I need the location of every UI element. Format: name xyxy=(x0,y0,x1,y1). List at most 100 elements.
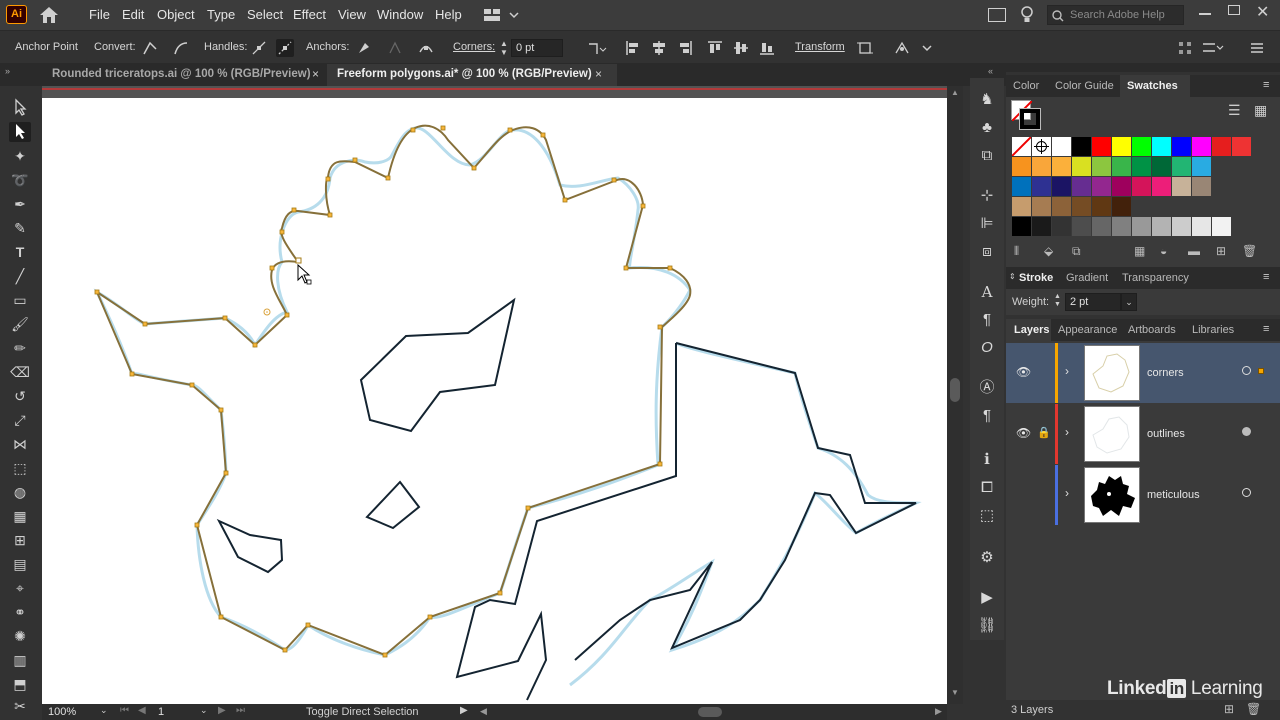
swatch[interactable] xyxy=(1112,217,1131,236)
expand-chevron-icon[interactable]: › xyxy=(1065,364,1069,378)
puppet-warp-icon[interactable] xyxy=(893,39,911,57)
swatch[interactable] xyxy=(1132,217,1151,236)
menu-help[interactable]: Help xyxy=(435,7,462,22)
new-sublayer-icon[interactable]: ⊞ xyxy=(1224,702,1234,716)
menu-file[interactable]: File xyxy=(89,7,110,22)
width-tool-icon[interactable]: ⋈ xyxy=(9,434,31,454)
scroll-left-icon[interactable]: ◀ xyxy=(480,706,487,717)
target-circle-icon[interactable] xyxy=(1242,366,1251,375)
convert-to-smooth-icon[interactable] xyxy=(172,39,190,57)
club-icon[interactable]: ♣ xyxy=(977,118,997,138)
minimize-button[interactable] xyxy=(1199,13,1211,15)
swatch[interactable] xyxy=(1052,217,1071,236)
perspective-grid-icon[interactable]: ▦ xyxy=(9,506,31,526)
swatch[interactable] xyxy=(1112,177,1131,196)
menu-effect[interactable]: Effect xyxy=(293,7,326,22)
tab-stroke[interactable]: Stroke xyxy=(1019,272,1053,284)
swatch[interactable] xyxy=(1132,157,1151,176)
connect-anchors-icon[interactable] xyxy=(386,39,404,57)
status-menu-icon[interactable]: ▶ xyxy=(460,705,468,716)
artboard[interactable] xyxy=(42,98,947,704)
swatch[interactable] xyxy=(1012,217,1031,236)
prev-artboard-icon[interactable]: ◀ xyxy=(138,705,146,716)
swatch[interactable] xyxy=(1152,137,1171,156)
swatch[interactable] xyxy=(1072,177,1091,196)
scroll-right-icon[interactable]: ▶ xyxy=(935,706,942,717)
swatch[interactable] xyxy=(1032,217,1051,236)
swatch[interactable] xyxy=(1112,197,1131,216)
swatch[interactable] xyxy=(1172,157,1191,176)
new-folder-icon[interactable]: ▬ xyxy=(1188,244,1200,258)
swatch-kind-icon[interactable]: ⬙ xyxy=(1044,244,1053,258)
workspace-switcher-icon[interactable] xyxy=(483,7,519,23)
grid-view-icon[interactable]: ▦ xyxy=(1254,102,1267,119)
line-tool-icon[interactable]: ╱ xyxy=(9,266,31,286)
artboard-tool-icon[interactable]: ⬒ xyxy=(9,674,31,694)
swatch[interactable] xyxy=(1092,197,1111,216)
align-top-icon[interactable] xyxy=(706,39,724,57)
blend-tool-icon[interactable]: ⚭ xyxy=(9,602,31,622)
align-vcenter-icon[interactable] xyxy=(732,39,750,57)
swatch[interactable] xyxy=(1172,137,1191,156)
swatch[interactable] xyxy=(1132,137,1151,156)
panel-collapse-arrows-icon[interactable]: ⇕ xyxy=(1009,272,1016,281)
delete-swatch-icon[interactable]: 🗑 xyxy=(1242,244,1257,258)
swatch[interactable] xyxy=(1092,157,1111,176)
swatch[interactable] xyxy=(1012,157,1031,176)
corners-input[interactable]: 0 pt xyxy=(511,39,563,57)
next-artboard-icon[interactable]: ▶ xyxy=(218,705,226,716)
edit-color-group-icon[interactable]: ◒ xyxy=(1160,244,1167,258)
swatch[interactable] xyxy=(1212,217,1231,236)
menu-window[interactable]: Window xyxy=(377,7,423,22)
swatch[interactable] xyxy=(1192,177,1211,196)
tab-close-icon[interactable]: × xyxy=(312,67,319,81)
tab-color[interactable]: Color xyxy=(1013,80,1039,92)
scroll-down-icon[interactable]: ▼ xyxy=(951,688,959,697)
tab-libraries[interactable]: Libraries xyxy=(1192,324,1234,336)
hide-handles-icon[interactable] xyxy=(276,39,294,57)
export-icon[interactable]: ⧉ xyxy=(977,146,997,166)
isolate-icon[interactable] xyxy=(856,39,874,57)
weight-stepper-icon[interactable]: ▲ ▼ xyxy=(1054,293,1061,309)
control-menu-chevron-icon[interactable] xyxy=(918,39,936,57)
tab-gradient[interactable]: Gradient xyxy=(1066,272,1108,284)
rotate-tool-icon[interactable]: ↺ xyxy=(9,386,31,406)
align-panel-icon[interactable]: ⊫ xyxy=(977,214,997,234)
swatch[interactable] xyxy=(1032,197,1051,216)
panel-menu-icon[interactable]: ≡ xyxy=(1263,79,1269,91)
paintbrush-icon[interactable]: 🖌 xyxy=(9,314,31,334)
swatch[interactable] xyxy=(1032,177,1051,196)
remove-anchor-icon[interactable] xyxy=(355,39,373,57)
puppet-icon[interactable]: ♞ xyxy=(977,90,997,110)
color-group-icon[interactable]: ▦ xyxy=(1134,244,1145,258)
paragraph-icon[interactable]: ¶ xyxy=(977,310,997,330)
free-transform-icon[interactable]: ⬚ xyxy=(9,458,31,478)
panel-collapse-icon[interactable]: » xyxy=(5,66,10,76)
swatch-options-icon[interactable]: ⧉ xyxy=(1072,244,1081,259)
character-icon[interactable]: A xyxy=(977,282,997,302)
swatch[interactable] xyxy=(1092,137,1111,156)
swatch[interactable] xyxy=(1132,177,1151,196)
swatch[interactable] xyxy=(1172,177,1191,196)
corner-type-icon[interactable] xyxy=(586,39,607,57)
swatch[interactable] xyxy=(1092,217,1111,236)
home-icon[interactable] xyxy=(38,5,60,25)
menu-object[interactable]: Object xyxy=(157,7,195,22)
mesh-tool-icon[interactable]: ⊞ xyxy=(9,530,31,550)
swatch[interactable] xyxy=(1072,217,1091,236)
document-info-icon[interactable]: ⧠ xyxy=(977,478,997,498)
direct-selection-tool-icon[interactable] xyxy=(9,122,31,142)
selection-tool-icon[interactable] xyxy=(9,98,31,118)
convert-to-corner-icon[interactable] xyxy=(141,39,159,57)
zoom-value[interactable]: 100% xyxy=(48,706,76,718)
symbol-sprayer-icon[interactable]: ✺ xyxy=(9,626,31,646)
artboard-number[interactable]: 1 xyxy=(158,706,164,718)
swatch[interactable] xyxy=(1232,137,1251,156)
align-bottom-icon[interactable] xyxy=(758,39,776,57)
settings-gear-icon[interactable]: ⚙ xyxy=(977,548,997,568)
horizontal-scroll-thumb[interactable] xyxy=(698,707,722,717)
menu-type[interactable]: Type xyxy=(207,7,235,22)
dock-collapse-icon[interactable]: « xyxy=(988,66,993,76)
tab-rounded-triceratops[interactable]: Rounded triceratops.ai @ 100 % (RGB/Prev… xyxy=(42,64,327,86)
swatch[interactable] xyxy=(1112,157,1131,176)
